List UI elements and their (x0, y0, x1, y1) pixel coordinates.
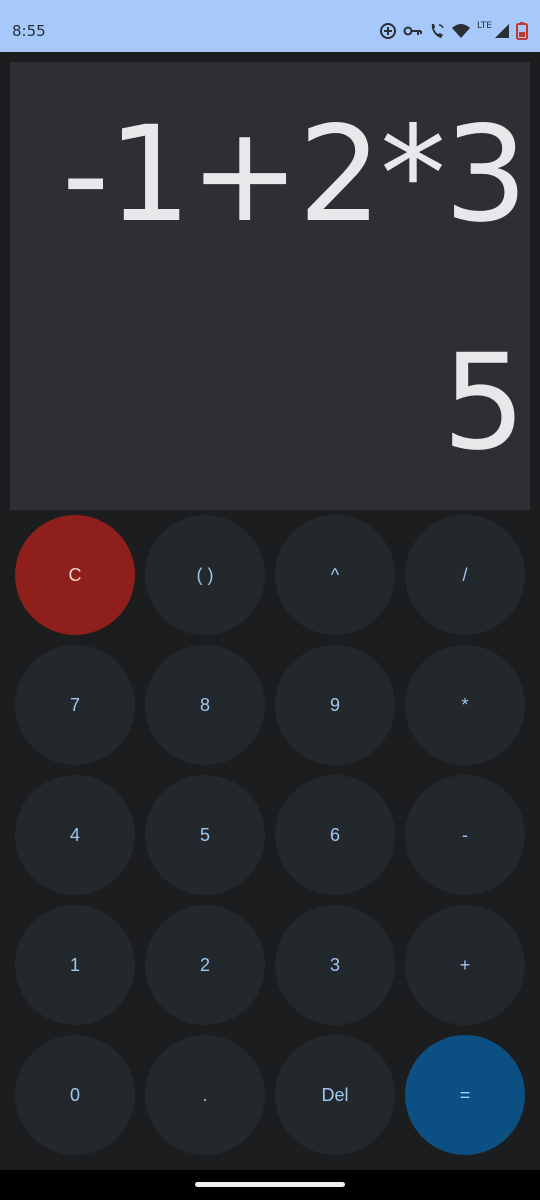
wifi-calling-icon (431, 24, 444, 38)
divide-button[interactable]: / (405, 515, 525, 635)
zero-button[interactable]: 0 (15, 1035, 135, 1155)
decimal-button[interactable]: . (145, 1035, 265, 1155)
one-button[interactable]: 1 (15, 905, 135, 1025)
nine-button[interactable]: 9 (275, 645, 395, 765)
clear-button[interactable]: C (15, 515, 135, 635)
equals-button[interactable]: = (405, 1035, 525, 1155)
power-button[interactable]: ^ (275, 515, 395, 635)
parentheses-button[interactable]: ( ) (145, 515, 265, 635)
vpn-key-icon (403, 26, 423, 36)
two-button[interactable]: 2 (145, 905, 265, 1025)
calculator-display: -1+2*3 5 (10, 62, 530, 510)
status-time: 8:55 (12, 22, 46, 40)
data-saver-icon (380, 23, 397, 39)
home-indicator[interactable] (195, 1182, 345, 1187)
status-bar: 8:55 LTE (0, 0, 540, 52)
battery-icon (516, 22, 528, 40)
navigation-bar (0, 1170, 540, 1200)
plus-button[interactable]: + (405, 905, 525, 1025)
six-button[interactable]: 6 (275, 775, 395, 895)
three-button[interactable]: 3 (275, 905, 395, 1025)
delete-button[interactable]: Del (275, 1035, 395, 1155)
status-icons: LTE (379, 20, 528, 42)
result-text: 5 (442, 326, 526, 480)
seven-button[interactable]: 7 (15, 645, 135, 765)
cell-signal-icon (495, 24, 509, 38)
lte-label: LTE (477, 21, 492, 31)
eight-button[interactable]: 8 (145, 645, 265, 765)
keypad: C( ) ^/ 7 8 9 * 4 5 6- 1 2 3 +0. Del = (15, 515, 525, 1165)
four-button[interactable]: 4 (15, 775, 135, 895)
minus-button[interactable]: - (405, 775, 525, 895)
expression-text[interactable]: -1+2*3 (62, 100, 528, 250)
wifi-icon (452, 24, 471, 38)
multiply-button[interactable]: * (405, 645, 525, 765)
five-button[interactable]: 5 (145, 775, 265, 895)
